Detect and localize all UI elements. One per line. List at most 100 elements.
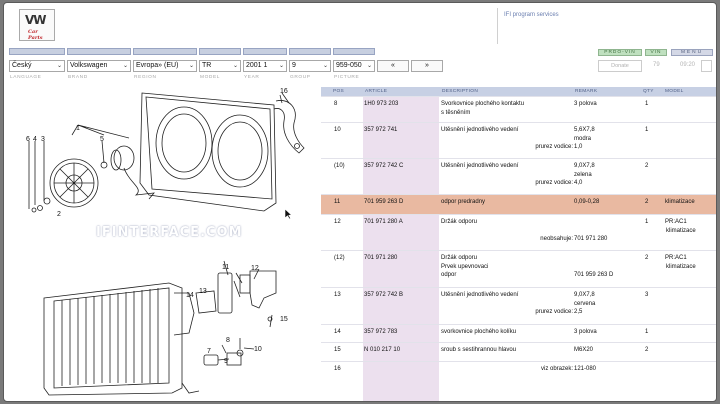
cell-description-line: viz obrazek: <box>540 366 573 372</box>
menu-button[interactable]: MENU <box>671 49 713 56</box>
strip-language <box>9 48 65 55</box>
cell-description-line: Svorkovnice plochého kontaktu <box>441 101 525 107</box>
strip-picture <box>333 48 375 55</box>
cell-article: 1H0 973 203 <box>364 101 399 107</box>
model-select[interactable]: TR ⌄ <box>199 60 241 72</box>
vin-button[interactable]: VIN <box>645 49 667 56</box>
strip-brand <box>67 48 131 55</box>
table-row[interactable]: 11 701 959 263 Dodpor predradny 0,09-0,28 2… <box>321 194 716 214</box>
cell-description-line: svorkovnice plochého kolíku <box>441 329 517 335</box>
language-select[interactable]: Český ⌄ <box>9 60 65 72</box>
callout-9: 9 <box>224 358 228 365</box>
table-row[interactable]: 14 357 972 783 svorkovnice plochého kolíku… <box>321 324 716 342</box>
counter-a: 79 <box>653 62 660 68</box>
cell-pos: 14 <box>334 329 341 335</box>
cell-article: 701 971 280 A <box>364 219 403 225</box>
brand-value: Volkswagen <box>70 62 108 69</box>
cell-remark-line: 3 polova <box>574 101 597 107</box>
cell-remark-line: 5,6X7,8 <box>574 127 595 133</box>
cell-pos: 8 <box>334 101 338 107</box>
cell-qty: 1 <box>645 219 649 225</box>
cell-remark-line: 701 971 280 <box>574 236 608 242</box>
header-qty: QTY <box>643 89 654 94</box>
year-select[interactable]: 2001 1 ⌄ <box>243 60 287 72</box>
cell-pos: (10) <box>334 163 345 169</box>
cell-description-line: Držák odporu <box>441 219 478 225</box>
cell-article: N 010 217 10 <box>364 347 401 353</box>
cell-pos: 15 <box>334 347 341 353</box>
table-row[interactable]: 15 N 010 217 10 sroub s sestihrannou hlavo… <box>321 342 716 361</box>
caption-picture: PICTURE <box>334 75 360 80</box>
picture-select[interactable]: 959-050 ⌄ <box>333 60 375 72</box>
cell-remark-line: M6X20 <box>574 347 594 353</box>
caption-model: MODEL <box>200 75 221 80</box>
watermark: IFINTERFACE.COM <box>96 225 243 240</box>
cell-article: 357 972 742 C <box>364 163 404 169</box>
cell-pos: 16 <box>334 366 341 372</box>
table-row[interactable]: 12 701 971 280 A Držák odporu neobsahuje: 70… <box>321 214 716 250</box>
group-select[interactable]: 9 ⌄ <box>289 60 331 72</box>
region-select[interactable]: Evropa» (EU) ⌄ <box>133 60 197 72</box>
callout-8: 8 <box>226 337 230 344</box>
callout-7: 7 <box>207 348 211 355</box>
header-title: IFI program services <box>504 12 559 18</box>
cell-qty: 1 <box>645 329 649 335</box>
table-row[interactable]: (12) 701 971 280 Držák odporu Prvek upevnov… <box>321 250 716 287</box>
picture-value: 959-050 <box>336 62 362 69</box>
region-value: Evropa» (EU) <box>136 62 179 69</box>
vw-logo[interactable]: VW Car Parts <box>19 9 55 41</box>
donate-button[interactable]: Donate <box>598 60 642 72</box>
table-row[interactable]: 16 viz obrazek: 121-080 <box>321 361 716 379</box>
table-row[interactable]: (10) 357 972 742 C Utěsnění jednotlivého v… <box>321 158 716 194</box>
cell-description-line: Utěsnění jednotlivého vedení <box>441 292 519 298</box>
previous-picture-button[interactable]: « <box>377 60 409 72</box>
cell-remark-line: cervena <box>574 300 596 307</box>
cell-model-line: PR:AC1 <box>665 255 687 261</box>
cell-qty: 3 <box>645 292 649 298</box>
cell-model-line: PR:AC1 <box>665 219 687 225</box>
brand-select[interactable]: Volkswagen ⌄ <box>67 60 131 72</box>
strip-group <box>289 48 331 55</box>
chevron-down-icon: ⌄ <box>232 63 238 69</box>
next-picture-button[interactable]: » <box>411 60 443 72</box>
cell-qty: 1 <box>645 101 649 107</box>
cell-qty: 2 <box>645 255 649 261</box>
cell-article: 357 972 783 <box>364 329 398 335</box>
cell-model-line: klimatizace <box>666 227 696 234</box>
extra-button[interactable] <box>701 60 712 72</box>
cell-model-line: klimatizace <box>665 199 695 205</box>
cell-qty: 1 <box>645 127 649 133</box>
prod-vin-button[interactable]: PRDO-VIN <box>598 49 642 56</box>
callout-15: 15 <box>280 316 288 323</box>
header-divider <box>497 8 498 44</box>
callout-16: 16 <box>280 88 288 95</box>
parts-exploded-drawing[interactable]: 16 1 6 4 3 5 2 14 13 12 15 8 10 7 9 11 <box>14 83 314 398</box>
cell-remark-line: 9,0X7,8 <box>574 163 595 169</box>
chevron-down-icon: ⌄ <box>122 63 128 69</box>
strip-year <box>243 48 287 55</box>
callout-2: 2 <box>57 211 61 218</box>
cell-pos: 13 <box>334 292 341 298</box>
cell-description-line: s těsněním <box>441 109 471 116</box>
table-row[interactable]: 13 357 972 742 B Utěsnění jednotlivého ved… <box>321 287 716 324</box>
strip-region <box>133 48 197 55</box>
cell-pos: 12 <box>334 219 341 225</box>
cell-qty: 2 <box>645 347 649 353</box>
table-row[interactable]: 10 357 972 741 Utěsnění jednotlivého veden… <box>321 122 716 158</box>
cell-article: 701 971 280 <box>364 255 398 261</box>
table-row[interactable]: 8 1H0 973 203 Svorkovnice plochého kontakt… <box>321 96 716 122</box>
cell-model-line: klimatizace <box>666 263 696 270</box>
year-value: 2001 <box>246 62 262 69</box>
cell-remark-line: zelena <box>574 171 592 178</box>
language-value: Český <box>12 62 32 69</box>
callout-11: 11 <box>222 264 229 271</box>
cell-article: 357 972 741 <box>364 127 398 133</box>
chevron-down-icon: ⌄ <box>278 63 284 69</box>
caption-region: REGION <box>134 75 157 80</box>
cell-remark-line: 4,0 <box>574 180 583 186</box>
cell-pos: (12) <box>334 255 345 261</box>
callout-4: 4 <box>33 136 37 143</box>
header-description: DESCRIPTION <box>442 89 479 94</box>
group-value: 9 <box>292 62 296 69</box>
callout-1: 1 <box>76 125 80 132</box>
